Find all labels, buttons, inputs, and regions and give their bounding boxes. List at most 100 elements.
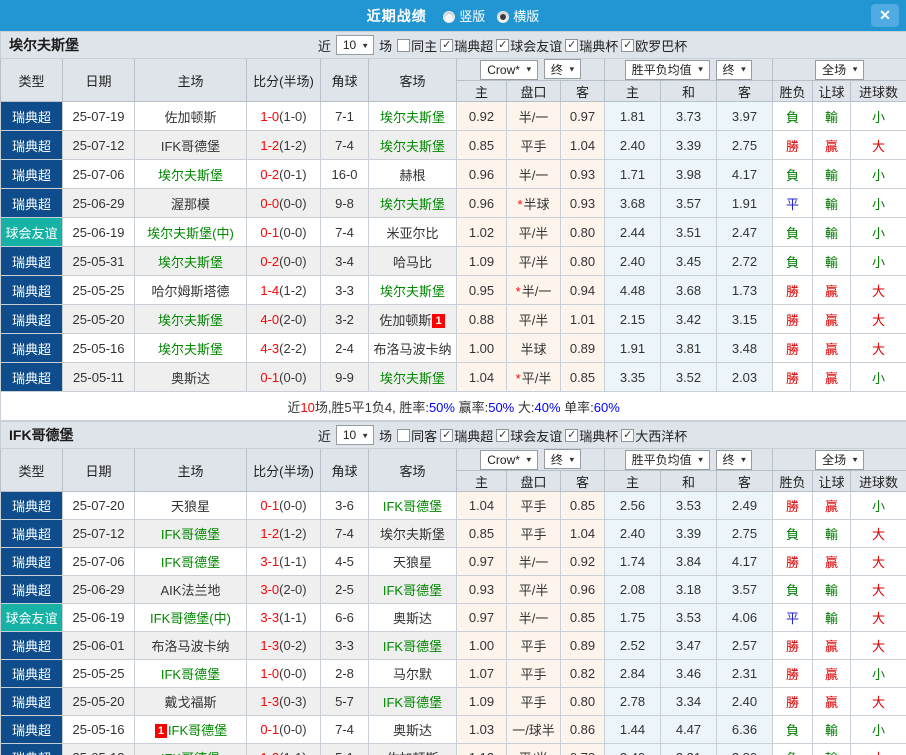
- col-handicap-result: 让球: [812, 470, 851, 492]
- competition-checkbox[interactable]: ✓ 瑞典杯: [565, 426, 618, 445]
- checkbox-icon[interactable]: ✓: [565, 38, 579, 52]
- halftime-score: (0-0): [279, 498, 307, 513]
- layout-radio-horizontal-label[interactable]: 横版: [513, 9, 539, 24]
- cell-avg-away: 2.47: [716, 217, 773, 247]
- match-count-select[interactable]: 10 ▼: [335, 425, 375, 445]
- handicap-value: 平手: [520, 695, 547, 710]
- competition-checkbox[interactable]: ✓ 瑞典杯: [565, 36, 618, 55]
- cell-odds-home: 1.12: [456, 743, 507, 755]
- fulltime-score: 1-2: [260, 750, 279, 755]
- cell-avg-away: 3.15: [716, 304, 773, 334]
- cell-corner: 2-4: [320, 333, 369, 363]
- cell-away-name: IFK哥德堡: [382, 499, 443, 514]
- red-card-badge: 1: [154, 724, 167, 738]
- match-row: 瑞典超 25-07-20 天狼星 0-1(0-0) 3-6 IFK哥德堡 1.04 平手 0.8…: [0, 491, 906, 520]
- cell-home-name: 奥斯达: [170, 370, 210, 386]
- handicap-value: 一/球半: [512, 723, 555, 738]
- checkbox-icon[interactable]: ✓: [496, 38, 510, 52]
- layout-radio-horizontal[interactable]: [497, 10, 510, 23]
- odds-company-select[interactable]: Crow* ▼: [480, 59, 538, 80]
- checkbox-icon[interactable]: ✓: [621, 38, 635, 52]
- odds-stage-select[interactable]: 终 ▼: [543, 59, 581, 80]
- avg-type-select[interactable]: 胜平负均值 ▼: [624, 449, 710, 470]
- fulltime-score: 4-0: [260, 311, 280, 327]
- recent-results-dialog: 近期战绩 竖版 横版 ✕ 埃尔夫斯堡近 10 ▼ 场同主 ✓ 瑞典超 ✓ 球会友谊 ✓ 瑞典杯 ✓ 欧罗…: [0, 0, 906, 755]
- halftime-score: (0-0): [279, 666, 307, 681]
- match-count-select-value: 10: [342, 38, 357, 52]
- cell-result-handicap: 贏: [812, 275, 851, 305]
- cell-odds-home: 1.03: [456, 715, 507, 744]
- scope-select[interactable]: 全场 ▼: [815, 449, 865, 470]
- cell-date: 25-05-25: [62, 275, 135, 305]
- col-home: 主场: [134, 448, 247, 492]
- cell-odds-away: 0.86: [560, 715, 605, 744]
- handicap-value: 半/一: [521, 283, 552, 299]
- cell-result-handicap: 輸: [812, 715, 851, 744]
- checkbox-icon[interactable]: ✓: [496, 428, 510, 442]
- cell-corner: 6-6: [320, 603, 369, 632]
- match-count-select[interactable]: 10 ▼: [335, 35, 375, 55]
- cell-odds-handicap: 半球: [506, 333, 561, 363]
- checkbox-icon[interactable]: ✓: [621, 428, 635, 442]
- cell-corner: 4-5: [320, 547, 369, 576]
- cell-away-name: 埃尔夫斯堡: [379, 109, 445, 125]
- col-score: 比分(半场): [246, 58, 321, 102]
- cell-odds-away: 0.93: [560, 188, 605, 218]
- layout-radio-vertical[interactable]: [443, 10, 456, 23]
- odds-stage-select[interactable]: 终 ▼: [543, 449, 581, 470]
- cell-score: 0-2(0-0): [246, 246, 321, 276]
- avg-type-select[interactable]: 胜平负均值 ▼: [624, 59, 710, 80]
- cell-away: 埃尔夫斯堡: [368, 275, 457, 305]
- checkbox-icon[interactable]: ✓: [565, 428, 579, 442]
- competition-checkbox[interactable]: ✓ 瑞典超: [440, 426, 493, 445]
- scope-select[interactable]: 全场 ▼: [815, 59, 865, 80]
- halftime-score: (1-1): [279, 610, 307, 625]
- cell-odds-away: 0.94: [560, 275, 605, 305]
- cell-odds-handicap: 平手: [506, 659, 561, 688]
- competition-checkbox[interactable]: ✓ 球会友谊: [496, 426, 562, 445]
- handicap-value: 平手: [520, 667, 547, 682]
- fulltime-score: 0-2: [260, 253, 280, 269]
- cell-avg-home: 3.68: [604, 188, 661, 218]
- cell-odds-away: 0.85: [560, 491, 605, 520]
- cell-home: IFK哥德堡(中): [134, 603, 247, 632]
- cell-score: 1-2(1-2): [246, 130, 321, 160]
- competition-checkbox[interactable]: ✓ 大西洋杯: [621, 426, 687, 445]
- cell-avg-away: 2.75: [716, 130, 773, 160]
- col-date: 日期: [62, 58, 135, 102]
- cell-date: 25-06-19: [62, 603, 135, 632]
- cell-result-handicap: 贏: [812, 687, 851, 716]
- competition-checkbox[interactable]: ✓ 瑞典超: [440, 36, 493, 55]
- cell-result-outcome: 負: [772, 575, 813, 604]
- competition-checkbox[interactable]: ✓ 欧罗巴杯: [621, 36, 687, 55]
- checkbox-icon[interactable]: ✓: [440, 38, 454, 52]
- col-result: 胜负: [772, 470, 813, 492]
- layout-radio-vertical-label[interactable]: 竖版: [459, 9, 485, 24]
- cell-corner: 16-0: [320, 159, 369, 189]
- handicap-value: 平/半: [518, 583, 549, 598]
- checkbox-icon[interactable]: [397, 428, 411, 442]
- cell-away-name: 奥斯达: [392, 723, 432, 738]
- same-venue-checkbox[interactable]: 同主: [397, 36, 437, 55]
- avg-stage-select[interactable]: 终 ▼: [715, 449, 753, 470]
- cell-home-name: 佐加顿斯: [164, 109, 217, 125]
- cell-odds-handicap: 一/球半: [506, 715, 561, 744]
- summary-segment: 50%: [428, 399, 455, 415]
- cell-result-outcome: 負: [772, 217, 813, 247]
- checkbox-icon[interactable]: [397, 38, 411, 52]
- fulltime-score: 1-3: [260, 638, 280, 653]
- cell-result-outcome: 勝: [772, 491, 813, 520]
- odds-company-select[interactable]: Crow* ▼: [480, 449, 538, 470]
- checkbox-icon[interactable]: ✓: [440, 428, 454, 442]
- close-button[interactable]: ✕: [871, 4, 899, 27]
- cell-type: 瑞典超: [0, 631, 63, 660]
- cell-avg-away: 4.06: [716, 603, 773, 632]
- same-venue-checkbox[interactable]: 同客: [397, 426, 437, 445]
- halftime-score: (1-2): [279, 137, 307, 153]
- cell-home: 哈尔姆斯塔德: [134, 275, 247, 305]
- avg-stage-select[interactable]: 终 ▼: [715, 59, 753, 80]
- halftime-score: (2-2): [279, 340, 307, 356]
- competition-checkbox[interactable]: ✓ 球会友谊: [496, 36, 562, 55]
- cell-home: IFK哥德堡: [134, 519, 247, 548]
- chevron-down-icon: ▼: [851, 455, 860, 464]
